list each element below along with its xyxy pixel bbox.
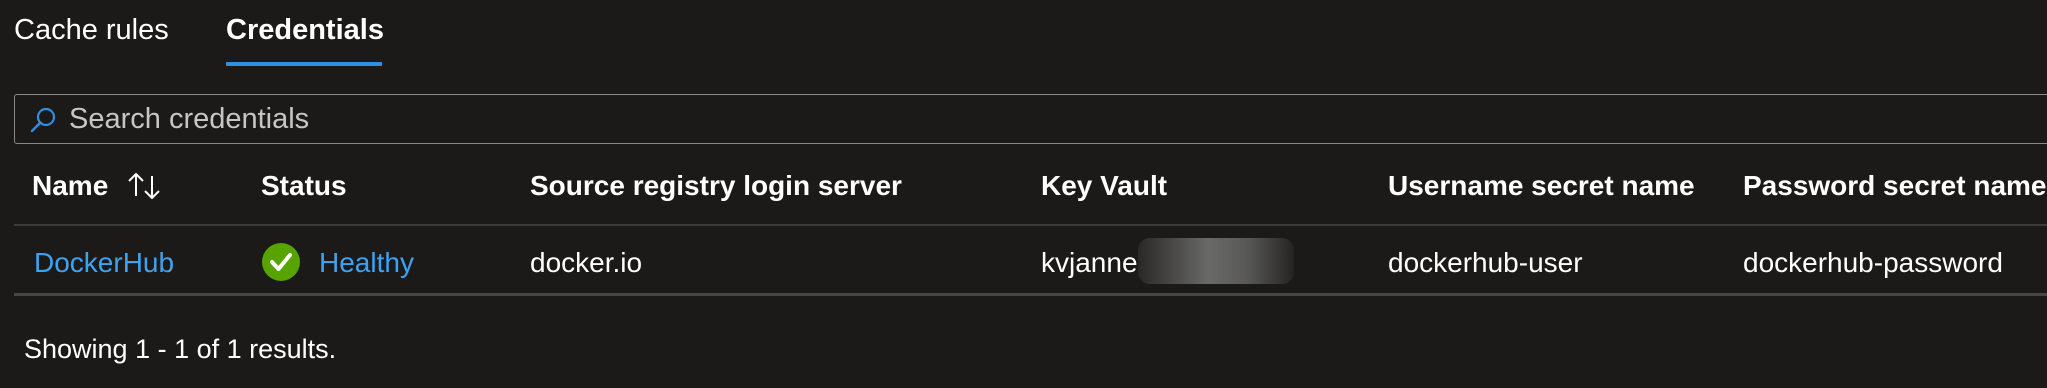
redacted-blur — [1138, 238, 1294, 284]
column-header-password-secret[interactable]: Password secret name — [1743, 166, 2047, 206]
password-secret-cell: dockerhub-password — [1743, 247, 2003, 278]
sort-arrows-icon[interactable] — [124, 170, 164, 202]
username-secret-cell: dockerhub-user — [1388, 247, 1583, 278]
row-divider — [14, 293, 2047, 296]
status-healthy-link[interactable]: Healthy — [319, 243, 414, 283]
source-registry-cell: docker.io — [530, 247, 643, 278]
tab-bar: Cache rules Credentials — [0, 0, 600, 70]
column-header-status[interactable]: Status — [261, 166, 347, 206]
tab-credentials[interactable]: Credentials — [226, 12, 384, 48]
search-input[interactable] — [69, 101, 1969, 137]
credential-name-link[interactable]: DockerHub — [34, 243, 174, 283]
credentials-page: Cache rules Credentials Name Status Sour… — [0, 0, 2047, 388]
selected-tab-indicator — [226, 62, 382, 66]
column-header-key-vault[interactable]: Key Vault — [1041, 166, 1167, 206]
column-header-username-secret[interactable]: Username secret name — [1388, 166, 1695, 206]
check-circle-icon — [261, 242, 301, 282]
results-count: Showing 1 - 1 of 1 results. — [24, 334, 337, 364]
key-vault-cell: kvjanne — [1041, 247, 1138, 278]
tab-cache-rules[interactable]: Cache rules — [14, 12, 169, 48]
search-icon — [29, 106, 57, 134]
search-box[interactable] — [14, 94, 2047, 144]
header-divider — [14, 224, 2047, 226]
column-header-source-registry[interactable]: Source registry login server — [530, 166, 902, 206]
column-header-name[interactable]: Name — [32, 166, 108, 206]
